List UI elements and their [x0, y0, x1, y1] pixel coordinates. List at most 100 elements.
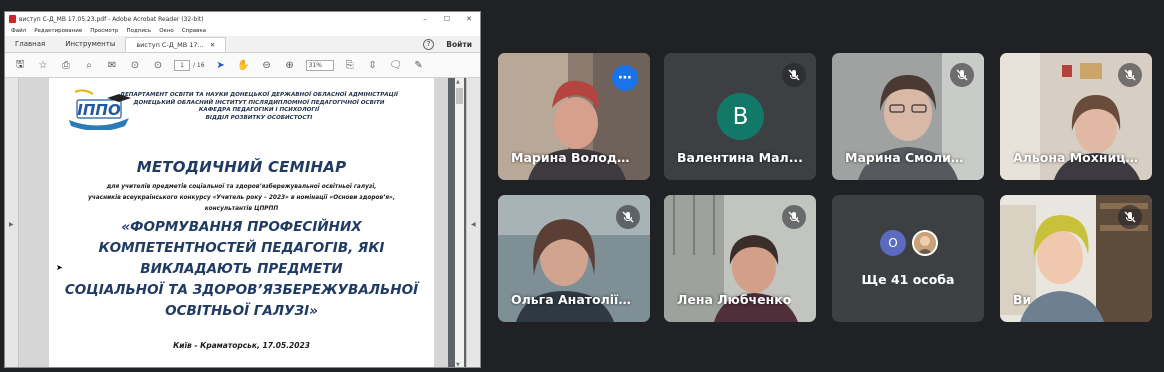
participant-name: Альона Мохниц... [1013, 150, 1139, 165]
menu-item-view[interactable]: Просмотр [90, 28, 118, 34]
zoom-out-icon[interactable]: ⊖ [260, 58, 274, 72]
tab-close-icon[interactable]: ✕ [210, 41, 215, 49]
avatar: В [717, 93, 764, 140]
close-icon[interactable]: ✕ [458, 15, 480, 23]
participant-tile[interactable]: Лена Любченко [664, 195, 816, 322]
scroll-thumb[interactable] [456, 88, 463, 104]
tab-home[interactable]: Главная [5, 40, 55, 52]
reader-toolbar: 🖫 ☆ ⎙ ⌕ ✉ ⊙ ⊙ 1 / 16 ➤ ✋ ⊖ ⊕ 31% ⎘ ⇳ 🗨 ✎ [5, 53, 480, 78]
hand-tool-icon[interactable]: ✋ [237, 58, 251, 72]
expand-right-icon[interactable]: ◀ [471, 221, 476, 228]
audience-line: консультантів ЦПРПП [204, 206, 279, 212]
minimize-icon[interactable]: – [414, 15, 436, 23]
menu-item-edit[interactable]: Редактирование [34, 28, 82, 34]
topic-line: «ФОРМУВАННЯ ПРОФЕСІЙНИХ [121, 219, 362, 235]
seminar-title: МЕТОДИЧНИЙ СЕМІНАР [136, 158, 347, 176]
page-navigator: 1 / 16 [174, 59, 205, 71]
left-pane[interactable]: ▶ [5, 78, 19, 367]
vertical-scrollbar[interactable]: ▲ ▼ [455, 78, 464, 367]
zoom-in-icon[interactable]: ⊕ [283, 58, 297, 72]
menu-bar: Файл Редактирование Просмотр Подпись Окн… [5, 26, 480, 36]
save-icon[interactable]: 🖫 [13, 58, 27, 72]
topic-line: КОМПЕТЕНТНОСТЕЙ ПЕДАГОГІВ, ЯКІ [98, 240, 385, 256]
participant-tile[interactable]: Марина Смолин... [832, 53, 984, 180]
login-button[interactable]: Войти [446, 40, 472, 49]
seminar-topic: «ФОРМУВАННЯ ПРОФЕСІЙНИХ КОМПЕТЕНТНОСТЕЙ … [49, 217, 434, 322]
print-icon[interactable]: ⎙ [59, 58, 73, 72]
participant-tile[interactable]: ⋯ Марина Володи... [498, 53, 650, 180]
topic-line: ОСВІТНЬОЇ ГАЛУЗІ» [165, 303, 318, 319]
bookmark-star-icon[interactable]: ☆ [36, 58, 50, 72]
scroll-up-icon[interactable]: ▲ [456, 79, 460, 85]
topic-line: СОЦІАЛЬНОЇ ТА ЗДОРОВ’ЯЗБЕРЕЖУВАЛЬНОЇ [64, 282, 419, 298]
seminar-audience: для учителів предметів соціальної та здо… [79, 182, 404, 215]
acrobat-icon [9, 15, 16, 23]
avatar: О [880, 230, 906, 256]
tabs-right-group: ? Войти [423, 39, 472, 50]
document-canvas[interactable]: ІППО ДЕПАРТАМЕНТ ОСВІТИ ТА НАУКИ ДОНЕЦЬК… [19, 78, 448, 367]
menu-item-sign[interactable]: Подпись [126, 28, 151, 34]
participant-tile[interactable]: Ольга Анатоліїв... [498, 195, 650, 322]
scroll-down-icon[interactable]: ▼ [456, 362, 460, 367]
mic-off-icon [1118, 63, 1142, 87]
audience-line: учасників всеукраїнського конкурсу «Учит… [87, 195, 396, 201]
pdf-page: ІППО ДЕПАРТАМЕНТ ОСВІТИ ТА НАУКИ ДОНЕЦЬК… [49, 78, 434, 367]
org-line: КАФЕДРА ПЕДАГОГІКИ І ПСИХОЛОГІЇ [198, 107, 320, 114]
mic-off-icon [616, 205, 640, 229]
mic-off-icon [1118, 205, 1142, 229]
page-total: / 16 [193, 61, 205, 69]
mini-avatars: О [880, 230, 938, 256]
more-options-button[interactable]: ⋯ [612, 65, 638, 91]
mouse-pointer-icon: ➤ [56, 263, 63, 272]
org-line: ВІДДІЛ РОЗВИТКУ ОСОБИСТОСТІ [205, 114, 313, 121]
page-down-icon[interactable]: ⊙ [151, 58, 165, 72]
expand-left-icon[interactable]: ▶ [9, 221, 14, 228]
tab-document[interactable]: виступ С-Д_МВ 17... ✕ [125, 37, 227, 52]
window-title: виступ С-Д_МВ 17.05.23.pdf - Adobe Acrob… [19, 15, 204, 23]
zoom-level-select[interactable]: 31% [305, 59, 334, 71]
shared-screen-reader-window[interactable]: виступ С-Д_МВ 17.05.23.pdf - Adobe Acrob… [4, 11, 481, 368]
window-titlebar: виступ С-Д_МВ 17.05.23.pdf - Adobe Acrob… [5, 12, 480, 26]
page-number-input[interactable]: 1 [174, 59, 190, 71]
window-controls: – ☐ ✕ [414, 15, 480, 23]
menu-item-help[interactable]: Справка [182, 28, 206, 34]
avatar-photo [912, 230, 938, 256]
right-pane[interactable]: ◀ [466, 78, 480, 367]
search-icon[interactable]: ⌕ [82, 58, 96, 72]
participant-name: Ви [1013, 292, 1032, 307]
more-participants-label: Ще 41 особа [861, 272, 955, 287]
participant-name: Марина Смолин... [845, 150, 971, 165]
participant-name: Марина Володи... [511, 150, 637, 165]
more-participants-tile[interactable]: О Ще 41 особа [832, 195, 984, 322]
participant-tile[interactable]: В Валентина Мал... [664, 53, 816, 180]
participant-name: Валентина Мал... [677, 150, 803, 165]
tab-tools[interactable]: Инструменты [55, 40, 125, 52]
reader-tabs: Главная Инструменты виступ С-Д_МВ 17... … [5, 36, 480, 53]
audience-line: для учителів предметів соціальної та здо… [106, 184, 377, 190]
menu-item-file[interactable]: Файл [11, 28, 26, 34]
select-cursor-icon[interactable]: ➤ [214, 58, 228, 72]
participant-name: Лена Любченко [677, 292, 792, 307]
menu-item-window[interactable]: Окно [159, 28, 174, 34]
tab-document-label: виступ С-Д_МВ 17... [136, 41, 204, 49]
scroll-mode-icon[interactable]: ⇳ [366, 58, 380, 72]
help-icon[interactable]: ? [423, 39, 435, 50]
document-area: ▶ ІППО ДЕПАРТАМЕНТ ОСВІТИ ТА НАУКИ ДОНЕЦ… [5, 78, 480, 367]
self-tile[interactable]: Ви [1000, 195, 1152, 322]
email-icon[interactable]: ✉ [105, 58, 119, 72]
sign-icon[interactable]: ✎ [412, 58, 426, 72]
org-header: ДЕПАРТАМЕНТ ОСВІТИ ТА НАУКИ ДОНЕЦЬКОЇ ДЕ… [109, 92, 409, 122]
mic-off-icon [782, 63, 806, 87]
mic-off-icon [950, 63, 974, 87]
meet-stage: виступ С-Д_МВ 17.05.23.pdf - Adobe Acrob… [0, 0, 1164, 372]
org-line: ДЕПАРТАМЕНТ ОСВІТИ ТА НАУКИ ДОНЕЦЬКОЇ ДЕ… [119, 92, 398, 98]
place-date: Київ - Краматорськ, 17.05.2023 [173, 341, 310, 350]
topic-line: ВИКЛАДАЮТЬ ПРЕДМЕТИ [140, 261, 343, 277]
maximize-icon[interactable]: ☐ [436, 15, 458, 23]
page-up-icon[interactable]: ⊙ [128, 58, 142, 72]
comment-icon[interactable]: 🗨 [389, 58, 403, 72]
mic-off-icon [782, 205, 806, 229]
fit-page-icon[interactable]: ⎘ [343, 58, 357, 72]
participant-tile[interactable]: Альона Мохниц... [1000, 53, 1152, 180]
participant-name: Ольга Анатоліїв... [511, 292, 637, 307]
